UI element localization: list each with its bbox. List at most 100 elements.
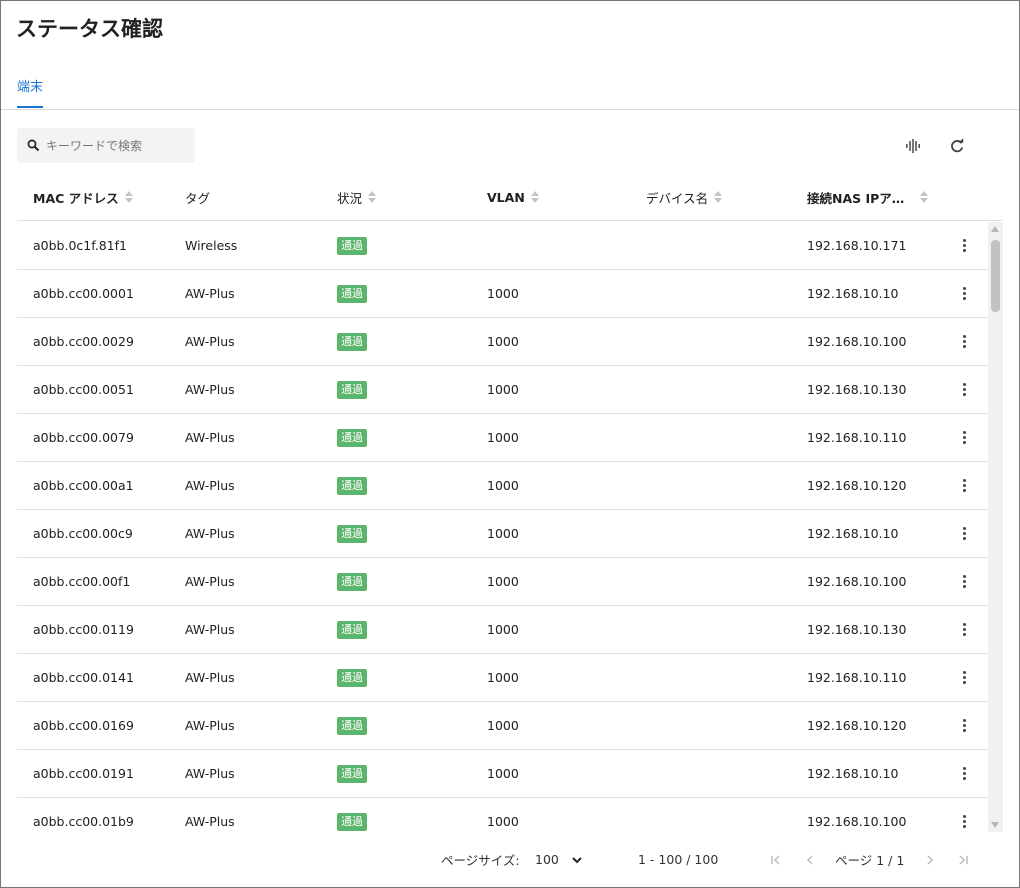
refresh-button[interactable] xyxy=(947,136,967,156)
page-size-label: ページサイズ: xyxy=(441,853,520,868)
row-actions-cell xyxy=(954,750,974,797)
status-badge: 通過 xyxy=(337,476,367,495)
column-header-nas-ip[interactable]: 接続NAS IPア… xyxy=(807,173,929,221)
tag-cell: AW-Plus xyxy=(185,670,235,685)
status-cell: 通過 xyxy=(337,414,367,461)
more-vert-icon[interactable] xyxy=(954,716,974,736)
sort-icon[interactable] xyxy=(714,190,723,204)
sort-icon[interactable] xyxy=(124,190,134,204)
more-vert-icon[interactable] xyxy=(954,284,974,304)
row-actions-cell xyxy=(954,798,974,832)
column-header-mac[interactable]: MAC アドレス xyxy=(33,173,134,221)
table-row[interactable]: a0bb.cc00.0051 AW-Plus 通過 1000 192.168.1… xyxy=(17,366,988,414)
last-page-icon xyxy=(959,854,968,865)
prev-page-button[interactable] xyxy=(801,832,819,887)
row-actions-cell xyxy=(954,222,974,269)
mac-cell: a0bb.cc00.0191 xyxy=(33,766,134,781)
sort-icon[interactable] xyxy=(368,190,377,204)
vlan-cell: 1000 xyxy=(487,382,519,397)
table-row[interactable]: a0bb.cc00.0001 AW-Plus 通過 1000 192.168.1… xyxy=(17,270,988,318)
tab-devices[interactable]: 端末 xyxy=(17,76,43,95)
chevron-left-icon xyxy=(806,854,813,865)
search-icon xyxy=(27,139,40,152)
status-badge: 通過 xyxy=(337,620,367,639)
table-row[interactable]: a0bb.cc00.01b9 AW-Plus 通過 1000 192.168.1… xyxy=(17,798,988,832)
row-actions-cell xyxy=(954,318,974,365)
range-text: 1 - 100 / 100 xyxy=(638,852,719,867)
column-header-vlan[interactable]: VLAN xyxy=(487,173,540,221)
mac-cell: a0bb.cc00.00f1 xyxy=(33,574,131,589)
nas-ip-cell: 192.168.10.130 xyxy=(807,622,907,637)
search-box[interactable] xyxy=(17,128,195,163)
nas-ip-cell: 192.168.10.110 xyxy=(807,430,907,445)
page-size-select[interactable]: 100 xyxy=(535,832,583,887)
nas-ip-cell: 192.168.10.100 xyxy=(807,574,907,589)
nas-ip-cell: 192.168.10.120 xyxy=(807,718,907,733)
table-header: MAC アドレス タグ 状況 VLAN デバイス名 接続NAS IPア… xyxy=(17,173,1003,221)
tab-divider xyxy=(1,109,1019,110)
scrollbar[interactable] xyxy=(988,222,1003,832)
table-row[interactable]: a0bb.cc00.0029 AW-Plus 通過 1000 192.168.1… xyxy=(17,318,988,366)
more-vert-icon[interactable] xyxy=(954,620,974,640)
status-badge: 通過 xyxy=(337,572,367,591)
tag-cell: AW-Plus xyxy=(185,286,235,301)
table-body: a0bb.0c1f.81f1 Wireless 通過 192.168.10.17… xyxy=(17,222,988,832)
status-cell: 通過 xyxy=(337,222,367,269)
tag-cell: AW-Plus xyxy=(185,718,235,733)
column-header-status[interactable]: 状況 xyxy=(337,173,377,221)
tag-cell: Wireless xyxy=(185,238,238,253)
table-row[interactable]: a0bb.cc00.0141 AW-Plus 通過 1000 192.168.1… xyxy=(17,654,988,702)
tag-cell: AW-Plus xyxy=(185,430,235,445)
scrollbar-thumb[interactable] xyxy=(991,240,1000,312)
more-vert-icon[interactable] xyxy=(954,428,974,448)
status-cell: 通過 xyxy=(337,798,367,832)
vlan-cell: 1000 xyxy=(487,622,519,637)
row-actions-cell xyxy=(954,366,974,413)
mac-cell: a0bb.cc00.0169 xyxy=(33,718,134,733)
table-row[interactable]: a0bb.0c1f.81f1 Wireless 通過 192.168.10.17… xyxy=(17,222,988,270)
nas-ip-cell: 192.168.10.100 xyxy=(807,814,907,829)
more-vert-icon[interactable] xyxy=(954,476,974,496)
table-row[interactable]: a0bb.cc00.00a1 AW-Plus 通過 1000 192.168.1… xyxy=(17,462,988,510)
table-row[interactable]: a0bb.cc00.0079 AW-Plus 通過 1000 192.168.1… xyxy=(17,414,988,462)
nas-ip-cell: 192.168.10.110 xyxy=(807,670,907,685)
tag-cell: AW-Plus xyxy=(185,622,235,637)
first-page-button[interactable] xyxy=(767,832,785,887)
status-badge: 通過 xyxy=(337,284,367,303)
more-vert-icon[interactable] xyxy=(954,812,974,832)
table-row[interactable]: a0bb.cc00.00f1 AW-Plus 通過 1000 192.168.1… xyxy=(17,558,988,606)
scroll-down-arrow-icon[interactable] xyxy=(991,822,999,828)
mac-cell: a0bb.cc00.00a1 xyxy=(33,478,134,493)
more-vert-icon[interactable] xyxy=(954,332,974,352)
status-cell: 通過 xyxy=(337,654,367,701)
row-actions-cell xyxy=(954,270,974,317)
more-vert-icon[interactable] xyxy=(954,236,974,256)
more-vert-icon[interactable] xyxy=(954,668,974,688)
next-page-button[interactable] xyxy=(921,832,939,887)
status-cell: 通過 xyxy=(337,318,367,365)
more-vert-icon[interactable] xyxy=(954,764,974,784)
table-row[interactable]: a0bb.cc00.00c9 AW-Plus 通過 1000 192.168.1… xyxy=(17,510,988,558)
status-cell: 通過 xyxy=(337,702,367,749)
more-vert-icon[interactable] xyxy=(954,524,974,544)
sort-icon[interactable] xyxy=(920,190,929,204)
search-input[interactable] xyxy=(46,138,186,153)
density-button[interactable] xyxy=(903,136,923,156)
mac-cell: a0bb.0c1f.81f1 xyxy=(33,238,127,253)
sort-icon[interactable] xyxy=(530,190,540,204)
status-cell: 通過 xyxy=(337,366,367,413)
last-page-button[interactable] xyxy=(954,832,972,887)
table-row[interactable]: a0bb.cc00.0191 AW-Plus 通過 1000 192.168.1… xyxy=(17,750,988,798)
table-row[interactable]: a0bb.cc00.0169 AW-Plus 通過 1000 192.168.1… xyxy=(17,702,988,750)
more-vert-icon[interactable] xyxy=(954,572,974,592)
column-header-device-name[interactable]: デバイス名 xyxy=(646,173,723,221)
table-row[interactable]: a0bb.cc00.0119 AW-Plus 通過 1000 192.168.1… xyxy=(17,606,988,654)
more-vert-icon[interactable] xyxy=(954,380,974,400)
refresh-icon xyxy=(951,138,964,153)
scroll-up-arrow-icon[interactable] xyxy=(991,226,999,232)
mac-cell: a0bb.cc00.0001 xyxy=(33,286,134,301)
status-badge: 通過 xyxy=(337,812,367,831)
vlan-cell: 1000 xyxy=(487,766,519,781)
density-icon xyxy=(906,139,920,153)
status-cell: 通過 xyxy=(337,606,367,653)
